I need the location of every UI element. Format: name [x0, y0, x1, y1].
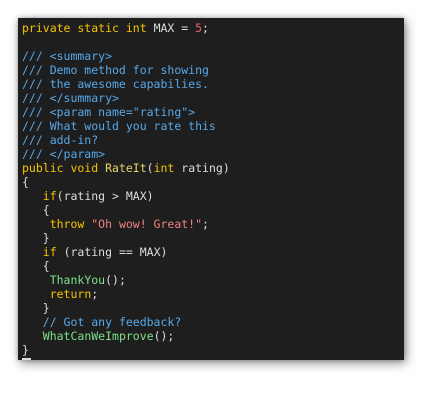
- comment-token: /// add-in?: [22, 133, 99, 147]
- keyword-token: throw: [49, 217, 92, 231]
- code-line: ThankYou();: [22, 273, 230, 287]
- identifier-token: {: [22, 203, 50, 217]
- identifier-token: [22, 315, 43, 329]
- comment-token: /// Demo method for showing: [22, 63, 209, 77]
- method-call-token: WhatCanWeImprove: [42, 329, 154, 343]
- code-line: /// </summary>: [22, 91, 230, 105]
- text-cursor: [22, 358, 31, 360]
- keyword-token: int: [153, 161, 182, 175]
- number-token: 5: [195, 21, 203, 35]
- identifier-token: [22, 217, 50, 231]
- keyword-token: if: [42, 189, 57, 203]
- code-line: if (rating == MAX): [22, 245, 230, 259]
- code-line: public void RateIt(int rating): [22, 161, 230, 175]
- code-line: {: [22, 203, 230, 217]
- code-line: /// the awesome capabilies.: [22, 77, 230, 91]
- identifier-token: }: [22, 301, 50, 315]
- identifier-token: ;: [91, 287, 99, 301]
- code-line: }: [22, 343, 230, 357]
- identifier-token: ;: [202, 217, 209, 231]
- comment-token: /// </summary>: [22, 91, 119, 105]
- comment-token: /// What would you rate this: [22, 119, 216, 133]
- code-line: // Got any feedback?: [22, 315, 230, 329]
- identifier-token: (rating > MAX): [56, 189, 154, 203]
- identifier-token: [22, 273, 50, 287]
- code-line: /// <param name="rating">: [22, 105, 230, 119]
- comment-token: // Got any feedback?: [42, 315, 182, 329]
- code-editor-screenshot: private static int MAX = 5; /// <summary…: [18, 18, 404, 360]
- keyword-token: if: [42, 245, 57, 259]
- identifier-token: ();: [153, 329, 175, 343]
- comment-token: /// the awesome capabilies.: [22, 77, 209, 91]
- code-line: {: [22, 175, 230, 189]
- identifier-token: {: [22, 175, 29, 189]
- code-line: {: [22, 259, 230, 273]
- identifier-token: {: [22, 259, 50, 273]
- comment-token: /// </param>: [22, 147, 106, 161]
- identifier-token: MAX =: [153, 21, 196, 35]
- identifier-token: rating): [181, 161, 230, 175]
- identifier-token: (rating == MAX): [56, 245, 168, 259]
- identifier-token: [22, 245, 43, 259]
- comment-token: /// <summary>: [22, 49, 113, 63]
- code-line: }: [22, 231, 230, 245]
- string-token: "Oh wow! Great!": [91, 217, 203, 231]
- keyword-token: public void: [22, 161, 106, 175]
- code-line: throw "Oh wow! Great!";: [22, 217, 230, 231]
- method-name-token: RateIt: [105, 161, 147, 175]
- code-line: /// What would you rate this: [22, 119, 230, 133]
- code-line: /// <summary>: [22, 49, 230, 63]
- identifier-token: [22, 287, 50, 301]
- code-line: }: [22, 301, 230, 315]
- identifier-token: ();: [105, 273, 126, 287]
- code-line: return;: [22, 287, 230, 301]
- code-line: if(rating > MAX): [22, 189, 230, 203]
- comment-token: /// <param name="rating">: [22, 105, 196, 119]
- code-line: WhatCanWeImprove();: [22, 329, 230, 343]
- identifier-token: [22, 329, 43, 343]
- code-line: /// add-in?: [22, 133, 230, 147]
- identifier-token: }: [22, 231, 50, 245]
- code-line: private static int MAX = 5;: [22, 21, 230, 35]
- identifier-token: ;: [202, 21, 209, 35]
- identifier-token: }: [22, 343, 29, 357]
- code-line: /// </param>: [22, 147, 230, 161]
- identifier-token: (: [146, 161, 154, 175]
- code-line: /// Demo method for showing: [22, 63, 230, 77]
- keyword-token: private static int: [22, 21, 154, 35]
- keyword-token: return: [49, 287, 92, 301]
- identifier-token: [22, 189, 43, 203]
- method-call-token: ThankYou: [49, 273, 106, 287]
- code-block: private static int MAX = 5; /// <summary…: [22, 21, 230, 357]
